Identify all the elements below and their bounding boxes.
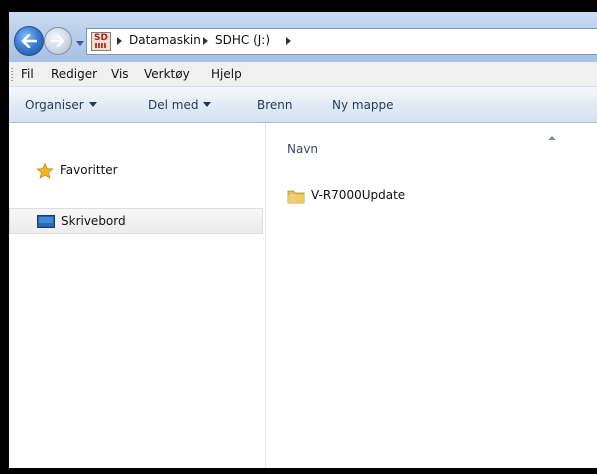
chevron-down-icon <box>88 102 97 107</box>
file-name: V-R7000Update <box>311 188 406 202</box>
sd-card-icon: SD <box>91 32 111 51</box>
command-bar: Organiser Del med Brenn Ny mappe <box>9 87 597 123</box>
forward-button[interactable] <box>44 27 72 55</box>
sort-ascending-icon <box>548 136 556 140</box>
menu-bar: Fil Rediger Vis Verktøy Hjelp <box>9 62 597 87</box>
forward-arrow-icon <box>45 28 71 54</box>
breadcrumb-separator-icon[interactable] <box>117 37 122 45</box>
nav-item-skrivebord[interactable]: Skrivebord <box>9 208 263 234</box>
screen-frame: SD Datamaskin SDHC (J:) Fil Rediger Vis … <box>0 0 597 474</box>
chevron-down-icon <box>203 102 212 107</box>
share-button[interactable]: Del med <box>148 98 212 112</box>
sd-card-icon-label: SD <box>94 33 108 43</box>
breadcrumb-separator-icon[interactable] <box>203 37 208 45</box>
menu-verktoy[interactable]: Verktøy <box>144 67 190 81</box>
desktop-icon <box>37 215 55 228</box>
burn-button[interactable]: Brenn <box>257 98 293 112</box>
column-header-name[interactable]: Navn <box>287 142 318 156</box>
new-folder-button[interactable]: Ny mappe <box>332 98 394 112</box>
recent-pages-button[interactable] <box>76 36 84 46</box>
back-button[interactable] <box>14 26 44 56</box>
navigation-pane: Favoritter Skrivebord <box>9 123 266 468</box>
back-arrow-icon <box>15 27 43 55</box>
star-icon <box>36 163 54 179</box>
menu-vis[interactable]: Vis <box>111 67 129 81</box>
folder-icon <box>287 190 305 204</box>
breadcrumb-separator-icon[interactable] <box>286 37 291 45</box>
menu-hjelp[interactable]: Hjelp <box>211 67 242 81</box>
explorer-window: SD Datamaskin SDHC (J:) Fil Rediger Vis … <box>9 12 597 468</box>
share-label: Del med <box>148 98 199 112</box>
column-divider <box>267 123 268 183</box>
nav-item-label: Skrivebord <box>61 214 126 228</box>
chevron-down-icon <box>76 41 84 46</box>
breadcrumb-sdhc[interactable]: SDHC (J:) <box>215 33 270 47</box>
breadcrumb-datamaskin[interactable]: Datamaskin <box>129 33 201 47</box>
organize-label: Organiser <box>25 98 84 112</box>
organize-button[interactable]: Organiser <box>25 98 97 112</box>
menu-fil[interactable]: Fil <box>21 67 34 81</box>
sd-card-contacts <box>95 43 107 48</box>
file-list: Navn V-R7000Update <box>267 123 597 468</box>
menu-rediger[interactable]: Rediger <box>51 67 97 81</box>
nav-item-favoritter[interactable]: Favoritter <box>9 158 263 184</box>
list-item[interactable]: V-R7000Update <box>287 185 597 207</box>
address-bar-area: SD Datamaskin SDHC (J:) <box>9 12 597 62</box>
nav-item-label: Favoritter <box>60 163 118 177</box>
menu-grip <box>11 68 13 82</box>
address-box[interactable]: SD Datamaskin SDHC (J:) <box>86 28 597 55</box>
